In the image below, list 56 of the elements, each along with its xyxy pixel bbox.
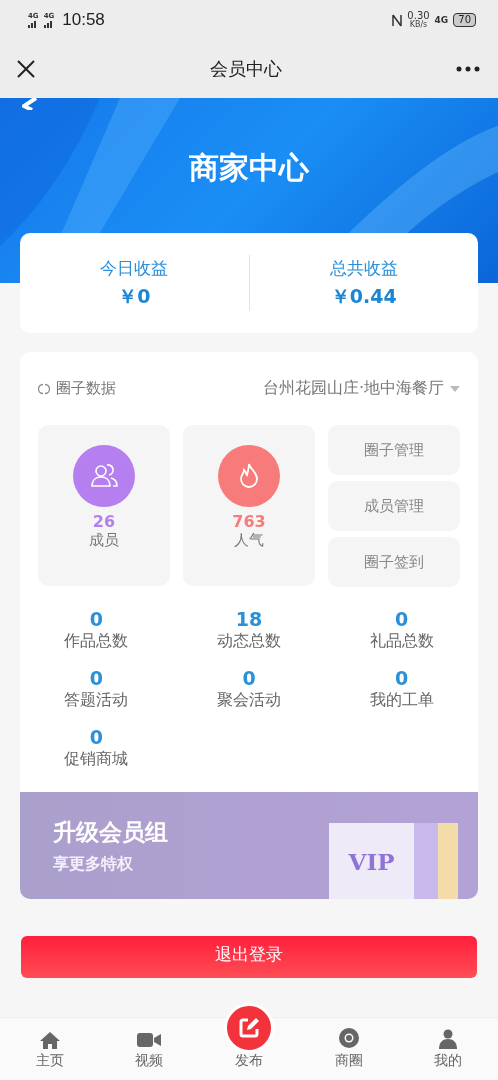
- stat-label[interactable]: 我的工单: [369, 690, 434, 711]
- stat-value: 0: [395, 607, 409, 631]
- earnings-label: 今日收益: [100, 256, 169, 280]
- header-title: 商家中心: [189, 149, 309, 187]
- stat-label[interactable]: 作品总数: [64, 631, 129, 652]
- action-button[interactable]: 圈子管理: [328, 425, 460, 475]
- stat-value: 26: [92, 513, 116, 531]
- upgrade-banner[interactable]: 升级会员组 享更多特权 VIP: [20, 792, 478, 899]
- earnings-label: 总共收益: [329, 256, 398, 280]
- stat-value: 763: [232, 513, 266, 531]
- stat-value: 0: [395, 666, 409, 690]
- user-icon: [439, 1029, 458, 1049]
- caret-icon: [450, 385, 460, 392]
- tab-item[interactable]: 发布: [199, 998, 299, 1080]
- more-icon[interactable]: [456, 66, 480, 72]
- stat-label[interactable]: 促销商城: [64, 749, 129, 770]
- nfc-icon: [392, 13, 403, 27]
- stat-value: 0: [89, 607, 103, 631]
- signal-icon: [43, 19, 54, 28]
- section-title: 圈子数据: [56, 379, 116, 398]
- stat-label[interactable]: 答题活动: [64, 690, 129, 711]
- banner-subtitle: 享更多特权: [53, 853, 134, 875]
- circle-selector[interactable]: 台州花园山庄·地中海餐厅: [262, 378, 460, 399]
- action-button[interactable]: 圈子签到: [328, 537, 460, 587]
- speed-unit: KB/s: [409, 21, 428, 29]
- action-button[interactable]: 成员管理: [328, 481, 460, 531]
- network-label: 4G: [434, 15, 449, 25]
- tab-item[interactable]: 主页: [0, 1018, 100, 1080]
- stat-value: 18: [235, 607, 263, 631]
- banner-title: 升级会员组: [53, 817, 168, 847]
- stat-label[interactable]: 动态总数: [217, 631, 281, 652]
- refresh-icon[interactable]: [38, 382, 50, 395]
- close-icon[interactable]: [16, 59, 36, 79]
- video-camera-icon: [137, 1031, 162, 1049]
- stat-label[interactable]: 聚会活动: [217, 690, 281, 711]
- stat-label[interactable]: 礼品总数: [369, 631, 434, 652]
- earnings-value: ￥0: [118, 283, 151, 309]
- clock: 10:58: [62, 10, 105, 30]
- vip-label: VIP: [348, 847, 395, 875]
- stat-value: 0: [89, 666, 103, 690]
- back-icon[interactable]: [22, 98, 38, 110]
- tab-item[interactable]: 我的: [398, 1018, 498, 1080]
- page-title: 会员中心: [210, 58, 282, 81]
- home-icon: [38, 1031, 61, 1049]
- globe-icon: [337, 1027, 360, 1049]
- network-speed: 0.30: [407, 11, 430, 21]
- stat-label: 人气: [234, 531, 264, 550]
- stat-value: 0: [89, 725, 103, 749]
- battery-icon: 70: [453, 13, 476, 27]
- earnings-value: ￥0.44: [330, 283, 397, 309]
- signal-icon: [28, 19, 38, 28]
- stat-label: 成员: [89, 531, 119, 550]
- tab-item[interactable]: 商圈: [298, 1018, 399, 1080]
- stat-value: 0: [242, 666, 256, 690]
- logout-button[interactable]: 退出登录: [21, 936, 477, 978]
- tab-item[interactable]: 视频: [99, 1018, 200, 1080]
